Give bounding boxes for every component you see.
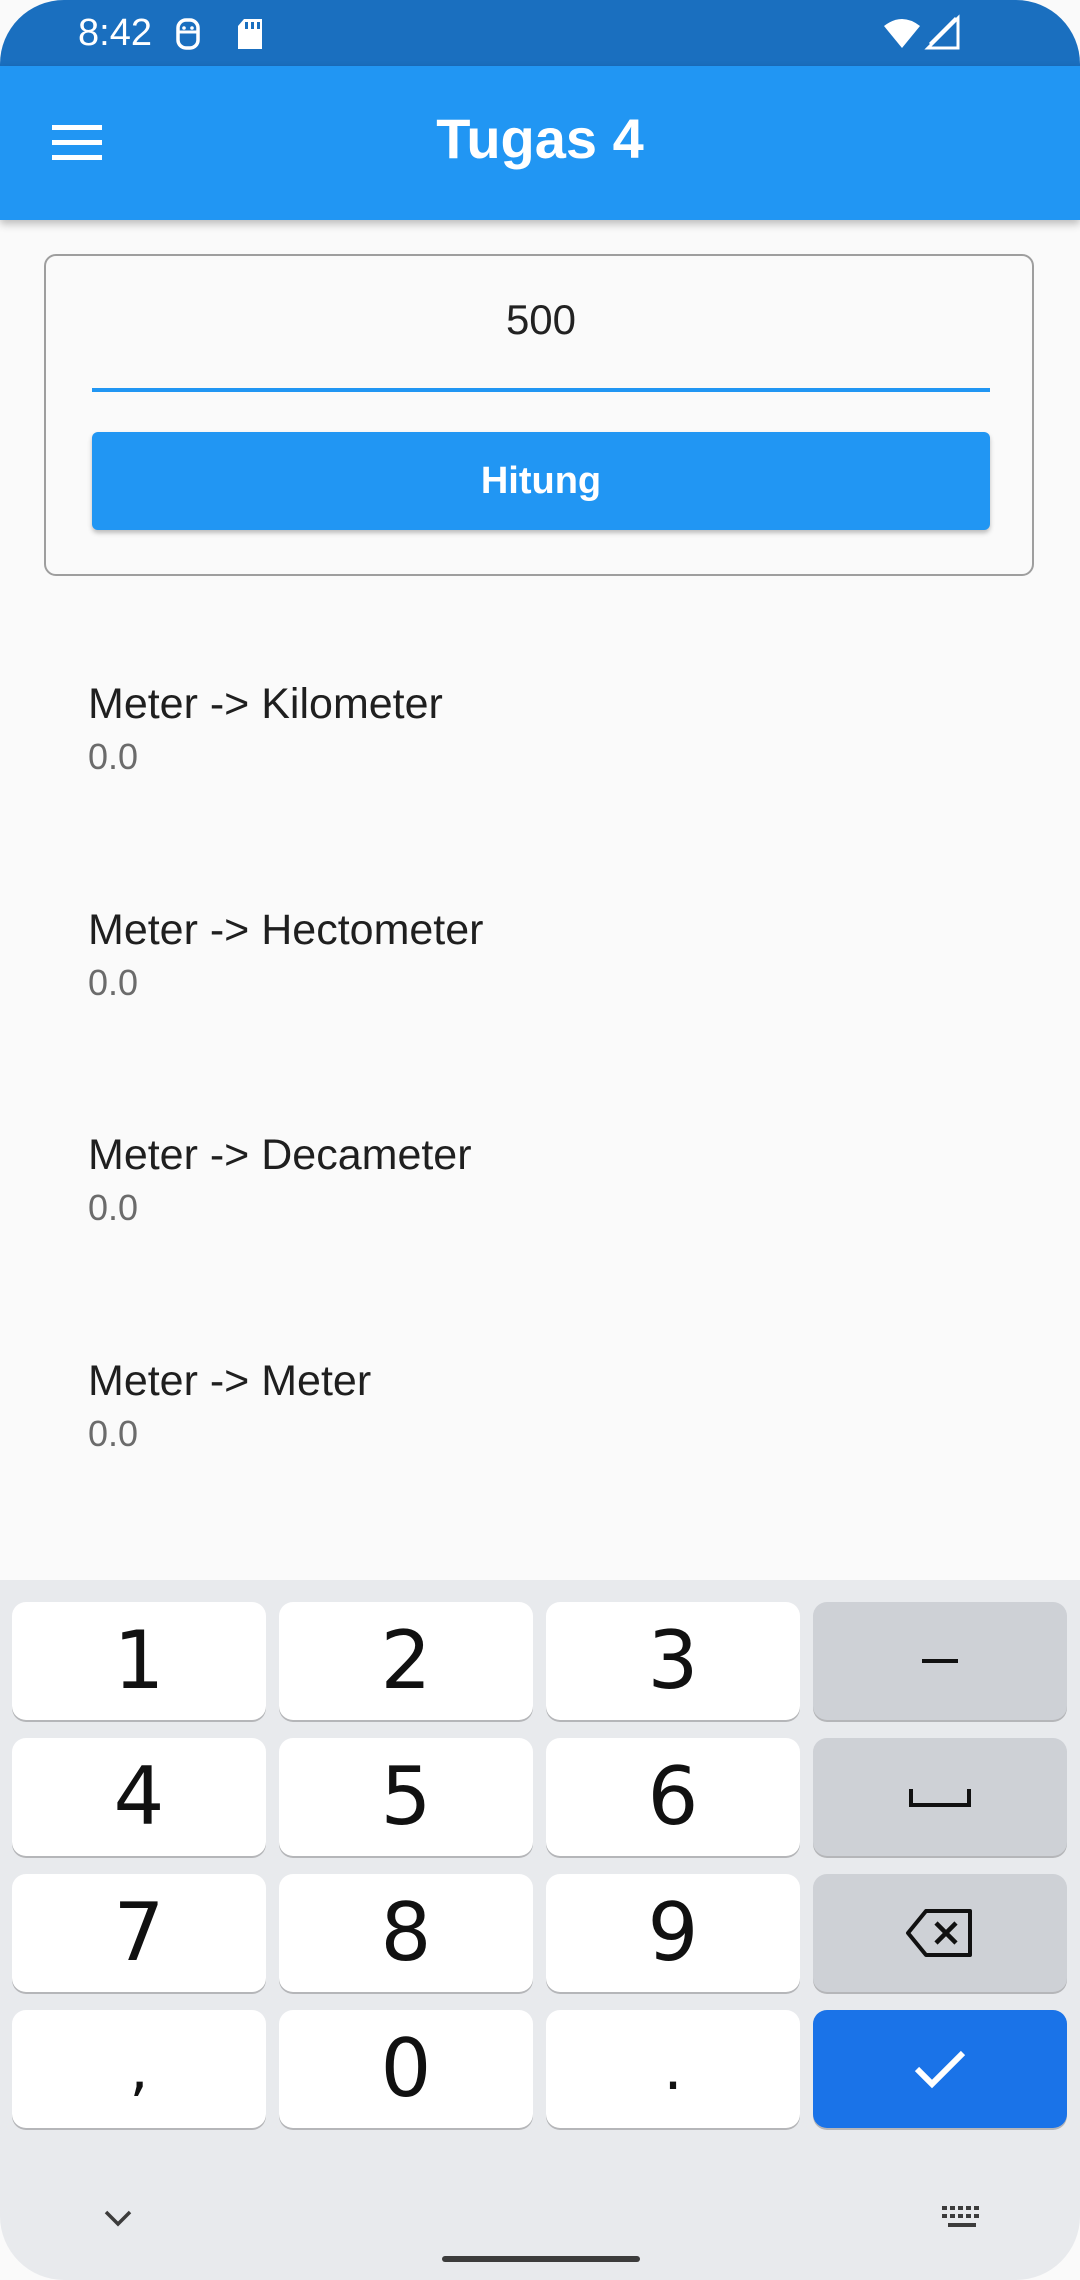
key-6[interactable]: 6 (546, 1738, 800, 1856)
result-value: 0.0 (88, 1187, 139, 1228)
key-0[interactable]: 0 (279, 2010, 533, 2128)
key-1[interactable]: 1 (12, 1602, 266, 1720)
key-label: 2 (380, 1614, 432, 1707)
key-8[interactable]: 8 (279, 1874, 533, 1992)
key-3[interactable]: 3 (546, 1602, 800, 1720)
result-meter: Meter -> Meter 0.0 (88, 1355, 371, 1457)
numeric-keyboard: 1 2 3 4 5 6 7 8 9 , 0 . (0, 1580, 1080, 2280)
result-label: Meter -> Decameter (88, 1131, 472, 1179)
result-label: Meter -> Hectometer (88, 906, 484, 954)
key-label: 9 (647, 1886, 699, 1979)
meter-input[interactable]: 500 (92, 292, 990, 348)
key-minus[interactable] (813, 1602, 1067, 1720)
result-hectometer: Meter -> Hectometer 0.0 (88, 904, 483, 1006)
key-7[interactable]: 7 (12, 1874, 266, 1992)
key-label: 3 (647, 1614, 699, 1707)
check-icon (914, 2050, 966, 2089)
key-2[interactable]: 2 (279, 1602, 533, 1720)
result-value: 0.0 (88, 736, 139, 777)
result-decameter: Meter -> Decameter 0.0 (88, 1129, 472, 1231)
app-title: Tugas 4 (436, 107, 644, 170)
key-label: 4 (113, 1750, 165, 1843)
key-label: 7 (113, 1886, 165, 1979)
key-done[interactable] (813, 2010, 1067, 2128)
key-label: . (663, 2034, 683, 2104)
backspace-icon (906, 1909, 972, 1957)
key-label: 0 (380, 2022, 432, 2115)
key-period[interactable]: . (546, 2010, 800, 2128)
face-icon (176, 18, 200, 50)
key-9[interactable]: 9 (546, 1874, 800, 1992)
result-label: Meter -> Meter (88, 1357, 372, 1405)
key-label: 1 (113, 1614, 165, 1707)
result-label: Meter -> Kilometer (88, 680, 443, 728)
space-icon (909, 1789, 971, 1807)
input-card: 500 Hitung (44, 254, 1034, 576)
sd-card-icon (238, 19, 262, 49)
key-label: 8 (380, 1886, 432, 1979)
key-label: 5 (380, 1750, 432, 1843)
key-label: , (129, 2034, 149, 2104)
home-indicator[interactable] (442, 2256, 640, 2262)
result-value: 0.0 (88, 1413, 139, 1454)
status-bar: 8:42 (0, 0, 1080, 66)
status-time: 8:42 (78, 12, 152, 54)
minus-icon (922, 1659, 958, 1663)
key-space[interactable] (813, 1738, 1067, 1856)
keyboard-icon[interactable] (938, 2202, 986, 2234)
key-backspace[interactable] (813, 1874, 1067, 1992)
no-signal-icon (924, 14, 960, 50)
key-5[interactable]: 5 (279, 1738, 533, 1856)
result-kilometer: Meter -> Kilometer 0.0 (88, 678, 443, 780)
wifi-icon (884, 19, 920, 48)
hitung-button[interactable]: Hitung (92, 432, 990, 530)
key-label: 6 (647, 1750, 699, 1843)
input-underline (92, 388, 990, 392)
app-bar: Tugas 4 (0, 66, 1080, 220)
key-comma[interactable]: , (12, 2010, 266, 2128)
phone-screen: 8:42 Tugas 4 500 Hitung Meter -> Kilomet… (0, 0, 1080, 2280)
key-4[interactable]: 4 (12, 1738, 266, 1856)
chevron-down-icon[interactable] (96, 2204, 140, 2232)
result-value: 0.0 (88, 962, 139, 1003)
